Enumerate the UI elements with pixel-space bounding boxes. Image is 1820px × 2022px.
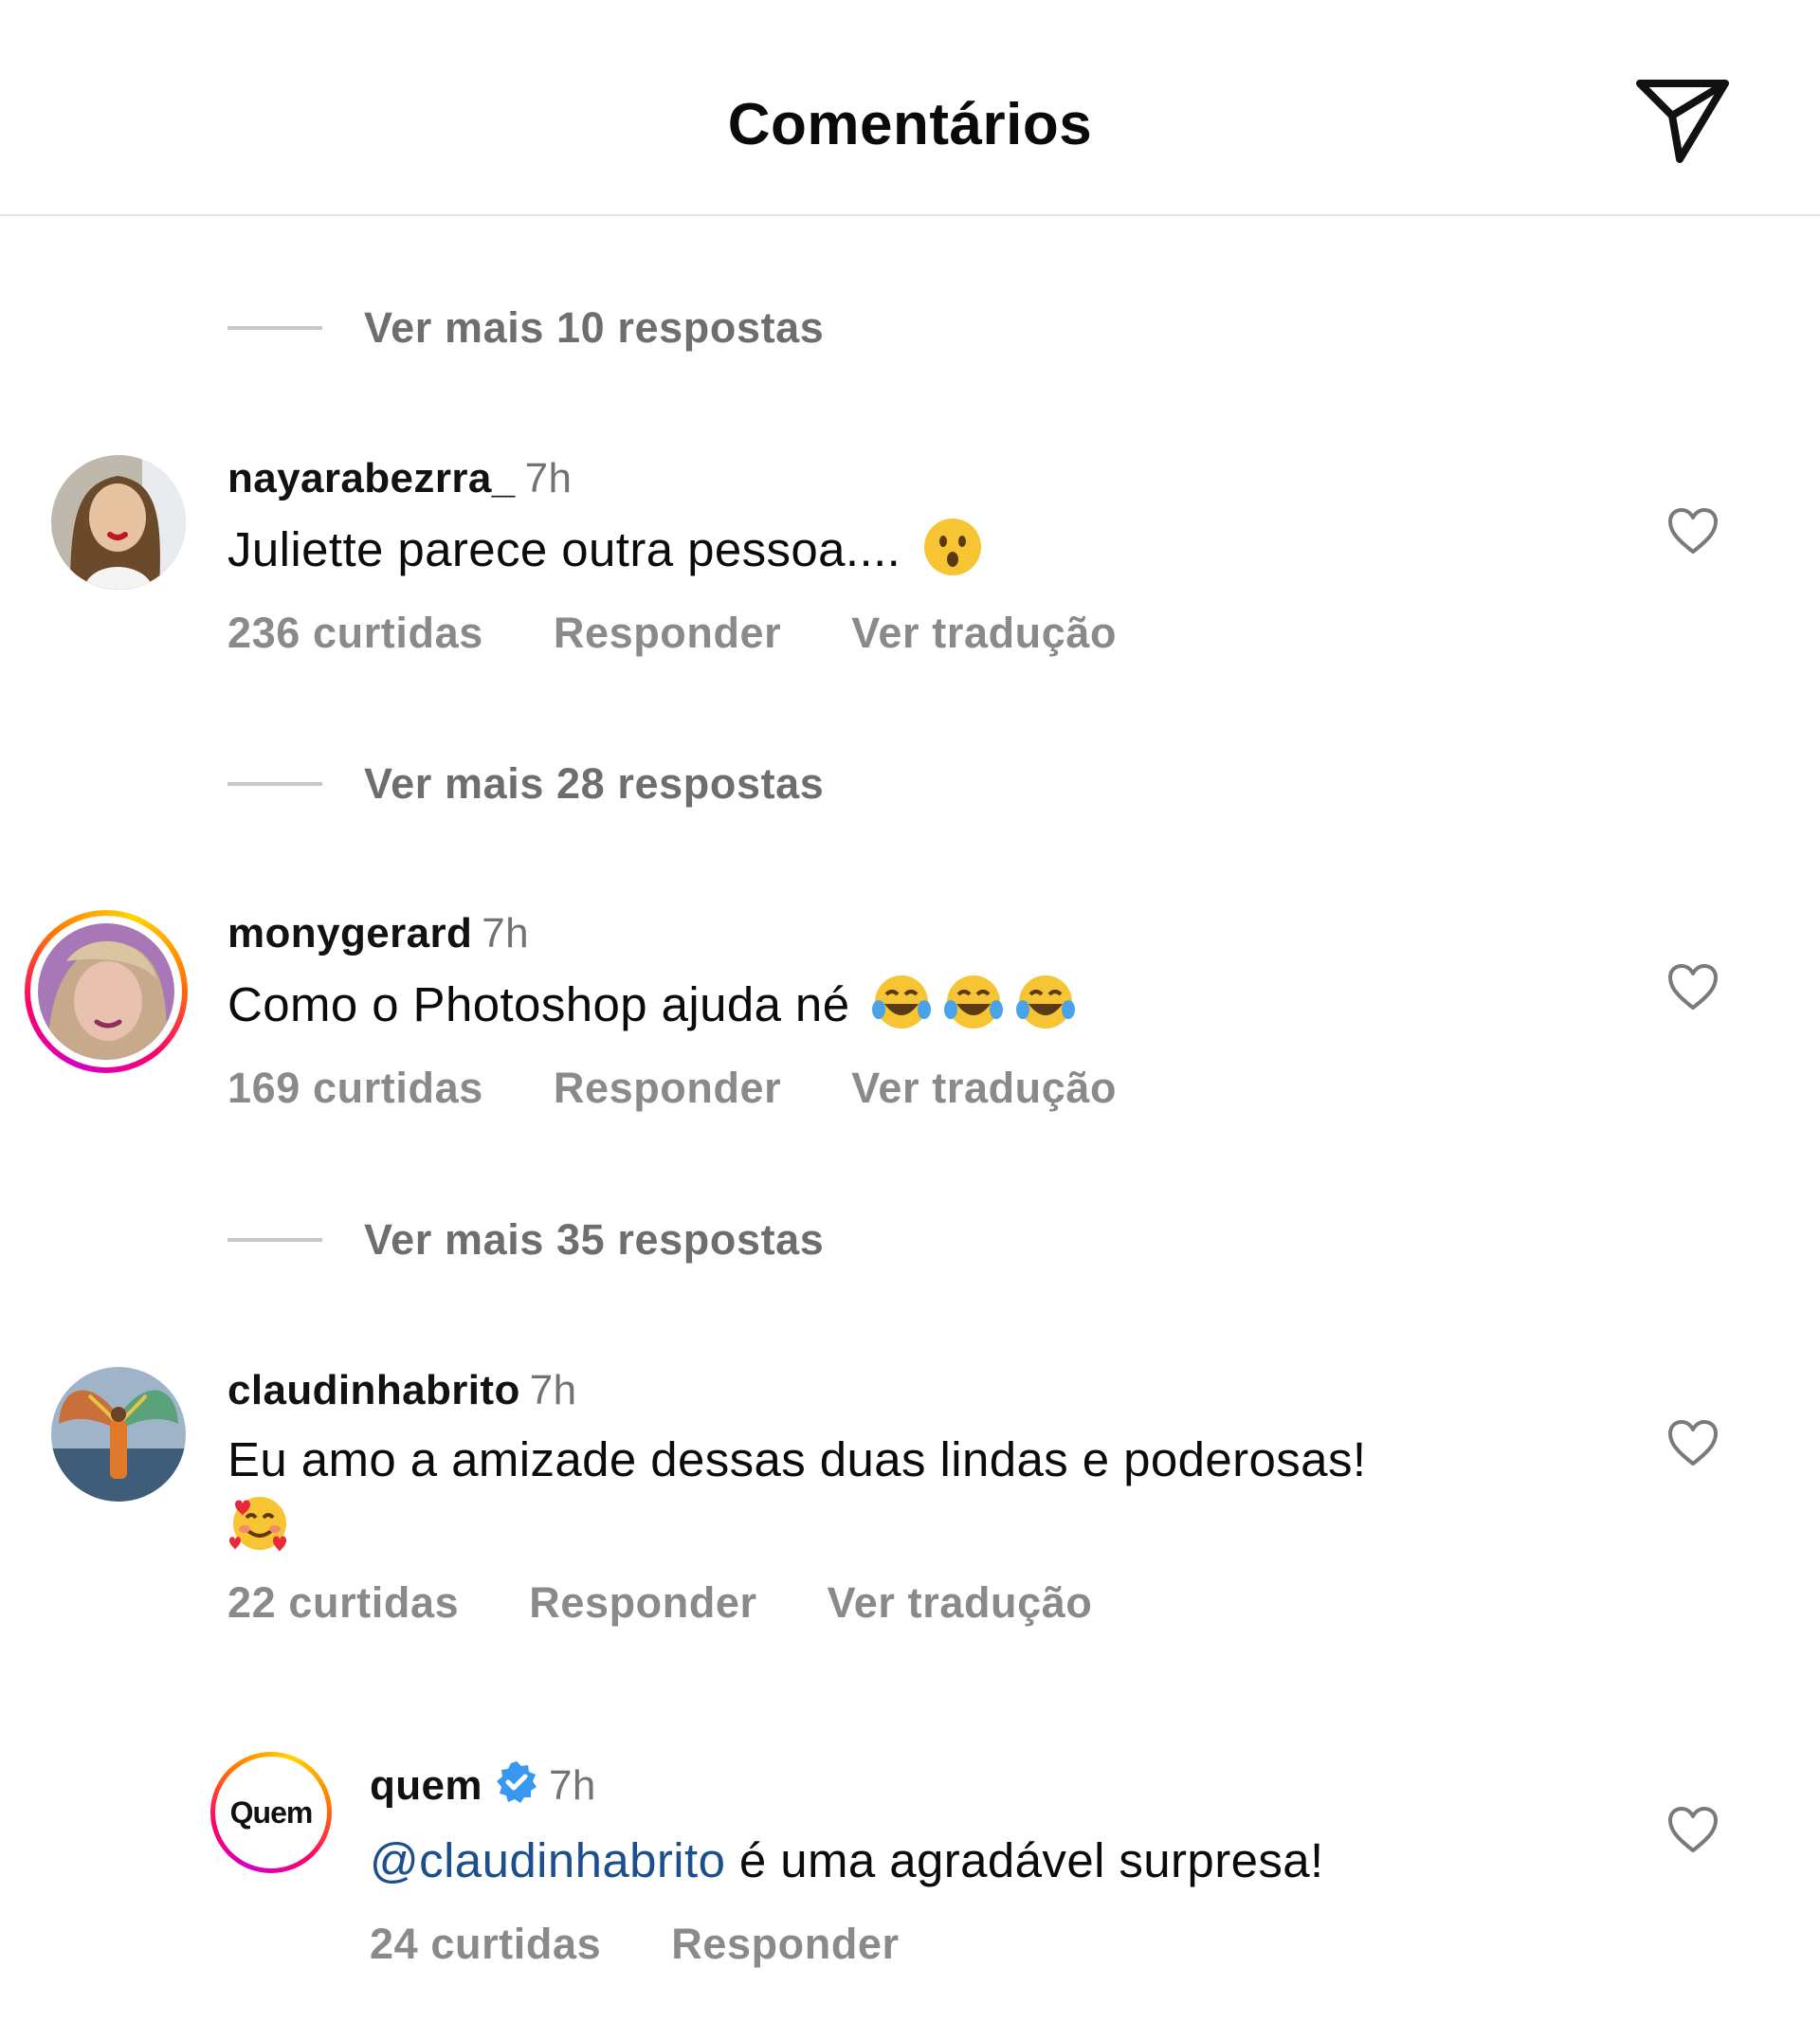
- like-heart-icon[interactable]: [1666, 1418, 1720, 1467]
- like-heart-icon[interactable]: [1666, 506, 1720, 556]
- likes-count[interactable]: 169 curtidas: [228, 1064, 483, 1112]
- comment-text: @claudinhabrito é uma agradável surpresa…: [370, 1833, 1324, 1887]
- page-title: Comentários: [727, 92, 1093, 157]
- comment-actions: 24 curtidas Responder: [370, 1920, 970, 1969]
- comment-text: Como o Photoshop ajuda né: [228, 972, 1076, 1036]
- likes-count[interactable]: 22 curtidas: [228, 1578, 459, 1627]
- avatar-photo-monygerard: [38, 923, 174, 1060]
- like-heart-icon[interactable]: [1666, 1805, 1720, 1854]
- story-ring[interactable]: Quem: [210, 1752, 332, 1873]
- reply-button[interactable]: Responder: [671, 1920, 899, 1968]
- comment-time: 7h: [524, 455, 573, 501]
- avatar: Quem: [220, 1761, 322, 1864]
- avatar[interactable]: [51, 455, 186, 590]
- translate-button[interactable]: Ver tradução: [851, 1064, 1117, 1112]
- avatar: [38, 923, 174, 1060]
- comment-username[interactable]: nayarabezrra_ 7h: [228, 455, 572, 502]
- reply-button[interactable]: Responder: [554, 1064, 781, 1112]
- story-ring[interactable]: [25, 910, 188, 1073]
- thread-line: [228, 782, 322, 786]
- comment-actions: 169 curtidas Responder Ver tradução: [228, 1064, 1187, 1113]
- comment-username[interactable]: claudinhabrito 7h: [228, 1367, 576, 1414]
- comment-username[interactable]: monygerard 7h: [228, 910, 529, 957]
- comment-text: Juliette parece outra pessoa....: [228, 517, 983, 581]
- comment-time: 7h: [529, 1367, 577, 1413]
- comment-actions: 236 curtidas Responder Ver tradução: [228, 609, 1187, 658]
- likes-count[interactable]: 24 curtidas: [370, 1920, 601, 1968]
- comment-actions: 22 curtidas Responder Ver tradução: [228, 1578, 1163, 1628]
- avatar-photo-claudinhabrito: [51, 1367, 186, 1502]
- verified-badge-icon: [496, 1761, 537, 1803]
- likes-count[interactable]: 236 curtidas: [228, 609, 483, 657]
- avatar-logo-text: Quem: [229, 1794, 314, 1830]
- comment-username[interactable]: quem 7h: [370, 1759, 596, 1810]
- translate-button[interactable]: Ver tradução: [828, 1578, 1093, 1627]
- avatar[interactable]: [51, 1367, 186, 1502]
- thread-line: [228, 326, 322, 330]
- like-heart-icon[interactable]: [1666, 962, 1720, 1011]
- view-more-replies[interactable]: Ver mais 35 respostas: [228, 1211, 824, 1268]
- reply-button[interactable]: Responder: [529, 1578, 756, 1627]
- comment-time: 7h: [548, 1762, 596, 1809]
- astonished-face-emoji: [923, 519, 981, 575]
- thread-line: [228, 1238, 322, 1242]
- smiling-face-with-hearts-emoji: [229, 1497, 286, 1552]
- mention-link[interactable]: @claudinhabrito: [370, 1833, 725, 1887]
- translate-button[interactable]: Ver tradução: [851, 609, 1117, 657]
- comment-text: Eu amo a amizade dessas duas lindas e po…: [228, 1429, 1630, 1559]
- view-more-replies[interactable]: Ver mais 28 respostas: [228, 756, 824, 812]
- send-icon[interactable]: [1634, 76, 1733, 167]
- avatar-photo-nayarabezrra: [51, 455, 186, 590]
- comments-header: Comentários: [0, 0, 1820, 216]
- tears-of-joy-emoji: [872, 975, 1076, 1029]
- view-more-replies[interactable]: Ver mais 10 respostas: [228, 300, 824, 356]
- reply-button[interactable]: Responder: [554, 609, 781, 657]
- comment-time: 7h: [482, 910, 530, 956]
